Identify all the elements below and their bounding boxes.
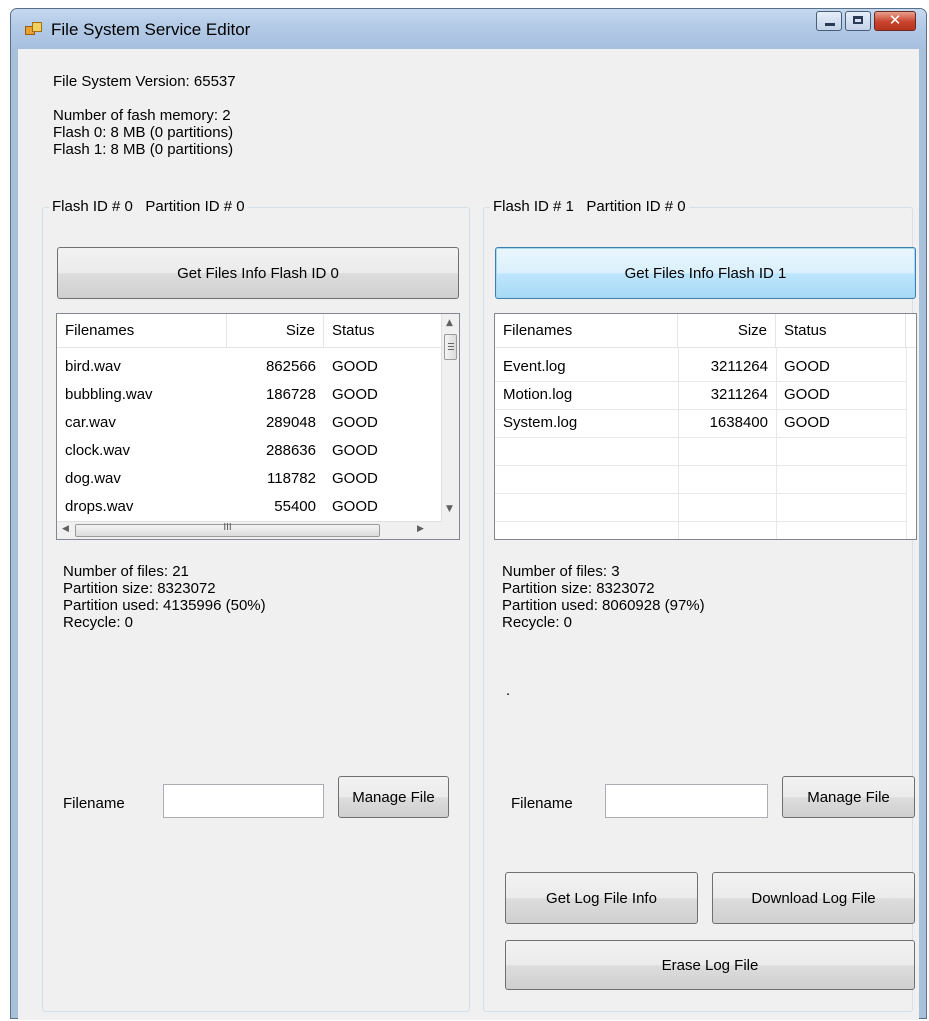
table-row[interactable]: bubbling.wav 186728 GOOD — [57, 381, 442, 409]
flash1-group: Flash ID # 1 Partition ID # 0 Get Files … — [483, 198, 917, 1012]
erase-log-file-button[interactable]: Erase Log File — [505, 940, 915, 990]
cell-status: GOOD — [332, 498, 378, 515]
flash1-group-title: Flash ID # 1 Partition ID # 0 — [490, 198, 689, 215]
flash0-recycle: Recycle: 0 — [63, 614, 134, 631]
cell-filename: bubbling.wav — [65, 386, 153, 403]
flash0-info: Flash 0: 8 MB (0 partitions) — [53, 124, 234, 141]
cell-status: GOOD — [332, 442, 378, 459]
get-files-info-flash0-button[interactable]: Get Files Info Flash ID 0 — [57, 247, 459, 299]
cell-filename: Motion.log — [503, 386, 573, 403]
flash0-file-count: Number of files: 21 — [63, 563, 189, 580]
flash0-group: Flash ID # 0 Partition ID # 0 Get Files … — [42, 198, 470, 1012]
scroll-left-arrow-icon[interactable]: ◀ — [62, 524, 69, 534]
flash1-partition-size: Partition size: 8323072 — [502, 580, 655, 597]
column-header-status[interactable]: Status — [324, 314, 434, 347]
window-title: File System Service Editor — [51, 20, 251, 39]
maximize-icon — [853, 16, 863, 24]
title-bar[interactable]: File System Service Editor ✕ — [11, 9, 926, 49]
cell-filename: dog.wav — [65, 470, 121, 487]
horizontal-scrollbar[interactable]: ◀ III ▶ — [57, 521, 442, 539]
cell-size: 55400 — [274, 498, 316, 515]
download-log-file-button[interactable]: Download Log File — [712, 872, 915, 924]
vertical-scroll-thumb[interactable] — [444, 334, 457, 360]
column-header-size[interactable]: Size — [678, 314, 776, 347]
flash0-group-title: Flash ID # 0 Partition ID # 0 — [49, 198, 248, 215]
close-icon: ✕ — [888, 11, 902, 29]
cell-filename: bird.wav — [65, 358, 121, 375]
flash0-partition-size: Partition size: 8323072 — [63, 580, 216, 597]
flash0-filename-label: Filename — [63, 795, 125, 812]
scroll-right-arrow-icon[interactable]: ▶ — [417, 524, 424, 534]
table-row[interactable]: clock.wav 288636 GOOD — [57, 437, 442, 465]
table-row[interactable]: drops.wav 55400 GOOD — [57, 493, 442, 521]
flash0-partition-used: Partition used: 4135996 (50%) — [63, 597, 266, 614]
cell-status: GOOD — [332, 470, 378, 487]
minimize-icon — [825, 23, 835, 26]
flash0-file-list[interactable]: Filenames Size Status bird.wav 862566 GO… — [56, 313, 460, 540]
cell-filename: Event.log — [503, 358, 566, 375]
client-area: File System Version: 65537 Number of fas… — [18, 49, 919, 1020]
status-dot: . — [506, 682, 511, 699]
cell-filename: System.log — [503, 414, 578, 431]
table-row[interactable]: car.wav 289048 GOOD — [57, 409, 442, 437]
main-window: File System Service Editor ✕ File System… — [10, 8, 927, 1020]
flash0-manage-file-button[interactable]: Manage File — [338, 776, 449, 818]
cell-filename: drops.wav — [65, 498, 134, 515]
column-header-size[interactable]: Size — [227, 314, 324, 347]
column-header-filenames[interactable]: Filenames — [495, 314, 678, 347]
cell-status: GOOD — [784, 358, 830, 375]
maximize-button[interactable] — [845, 11, 871, 31]
flash1-file-list[interactable]: Filenames Size Status Event.log 3211264 … — [494, 313, 917, 540]
horizontal-scroll-thumb[interactable]: III — [75, 522, 380, 537]
flash1-manage-file-button[interactable]: Manage File — [782, 776, 915, 818]
table-row[interactable]: dog.wav 118782 GOOD — [57, 465, 442, 493]
flash1-filename-input[interactable] — [605, 784, 768, 818]
get-files-info-flash1-button[interactable]: Get Files Info Flash ID 1 — [495, 247, 916, 299]
cell-size: 289048 — [265, 414, 316, 431]
cell-filename: car.wav — [65, 414, 116, 431]
table-row[interactable]: bird.wav 862566 GOOD — [57, 353, 442, 381]
column-header-filenames[interactable]: Filenames — [57, 314, 227, 347]
cell-filename: clock.wav — [65, 442, 131, 459]
flash1-partition-used: Partition used: 8060928 (97%) — [502, 597, 705, 614]
cell-size: 118782 — [267, 470, 316, 487]
scroll-down-arrow-icon[interactable]: ▼ — [446, 504, 453, 514]
table-row[interactable]: Motion.log 3211264 GOOD — [495, 381, 906, 409]
minimize-button[interactable] — [816, 11, 842, 31]
cell-status: GOOD — [784, 414, 830, 431]
flash1-filename-label: Filename — [511, 795, 573, 812]
cell-status: GOOD — [784, 386, 830, 403]
fs-version: File System Version: 65537 — [53, 73, 236, 90]
scroll-grip-icon: III — [223, 522, 232, 533]
flash1-file-count: Number of files: 3 — [502, 563, 620, 580]
cell-status: GOOD — [332, 414, 378, 431]
scroll-up-arrow-icon[interactable]: ▲ — [446, 318, 453, 328]
flash0-filename-input[interactable] — [163, 784, 324, 818]
column-header-status[interactable]: Status — [776, 314, 906, 347]
cell-size: 3211264 — [710, 358, 768, 375]
flash1-info: Flash 1: 8 MB (0 partitions) — [53, 141, 234, 158]
cell-status: GOOD — [332, 358, 378, 375]
cell-size: 1638400 — [709, 414, 768, 431]
list-header: Filenames Size Status — [495, 314, 916, 348]
close-button[interactable]: ✕ — [874, 11, 916, 31]
app-icon[interactable] — [25, 21, 42, 37]
list-header: Filenames Size Status — [57, 314, 442, 348]
table-row[interactable]: System.log 1638400 GOOD — [495, 409, 906, 437]
cell-size: 862566 — [265, 358, 316, 375]
vertical-scrollbar[interactable]: ▲ ▼ — [441, 314, 459, 522]
flash-count: Number of fash memory: 2 — [53, 107, 231, 124]
cell-status: GOOD — [332, 386, 378, 403]
table-row[interactable]: Event.log 3211264 GOOD — [495, 353, 906, 381]
cell-size: 186728 — [265, 386, 316, 403]
flash1-recycle: Recycle: 0 — [502, 614, 573, 631]
cell-size: 288636 — [265, 442, 316, 459]
get-log-file-info-button[interactable]: Get Log File Info — [505, 872, 698, 924]
cell-size: 3211264 — [710, 386, 768, 403]
